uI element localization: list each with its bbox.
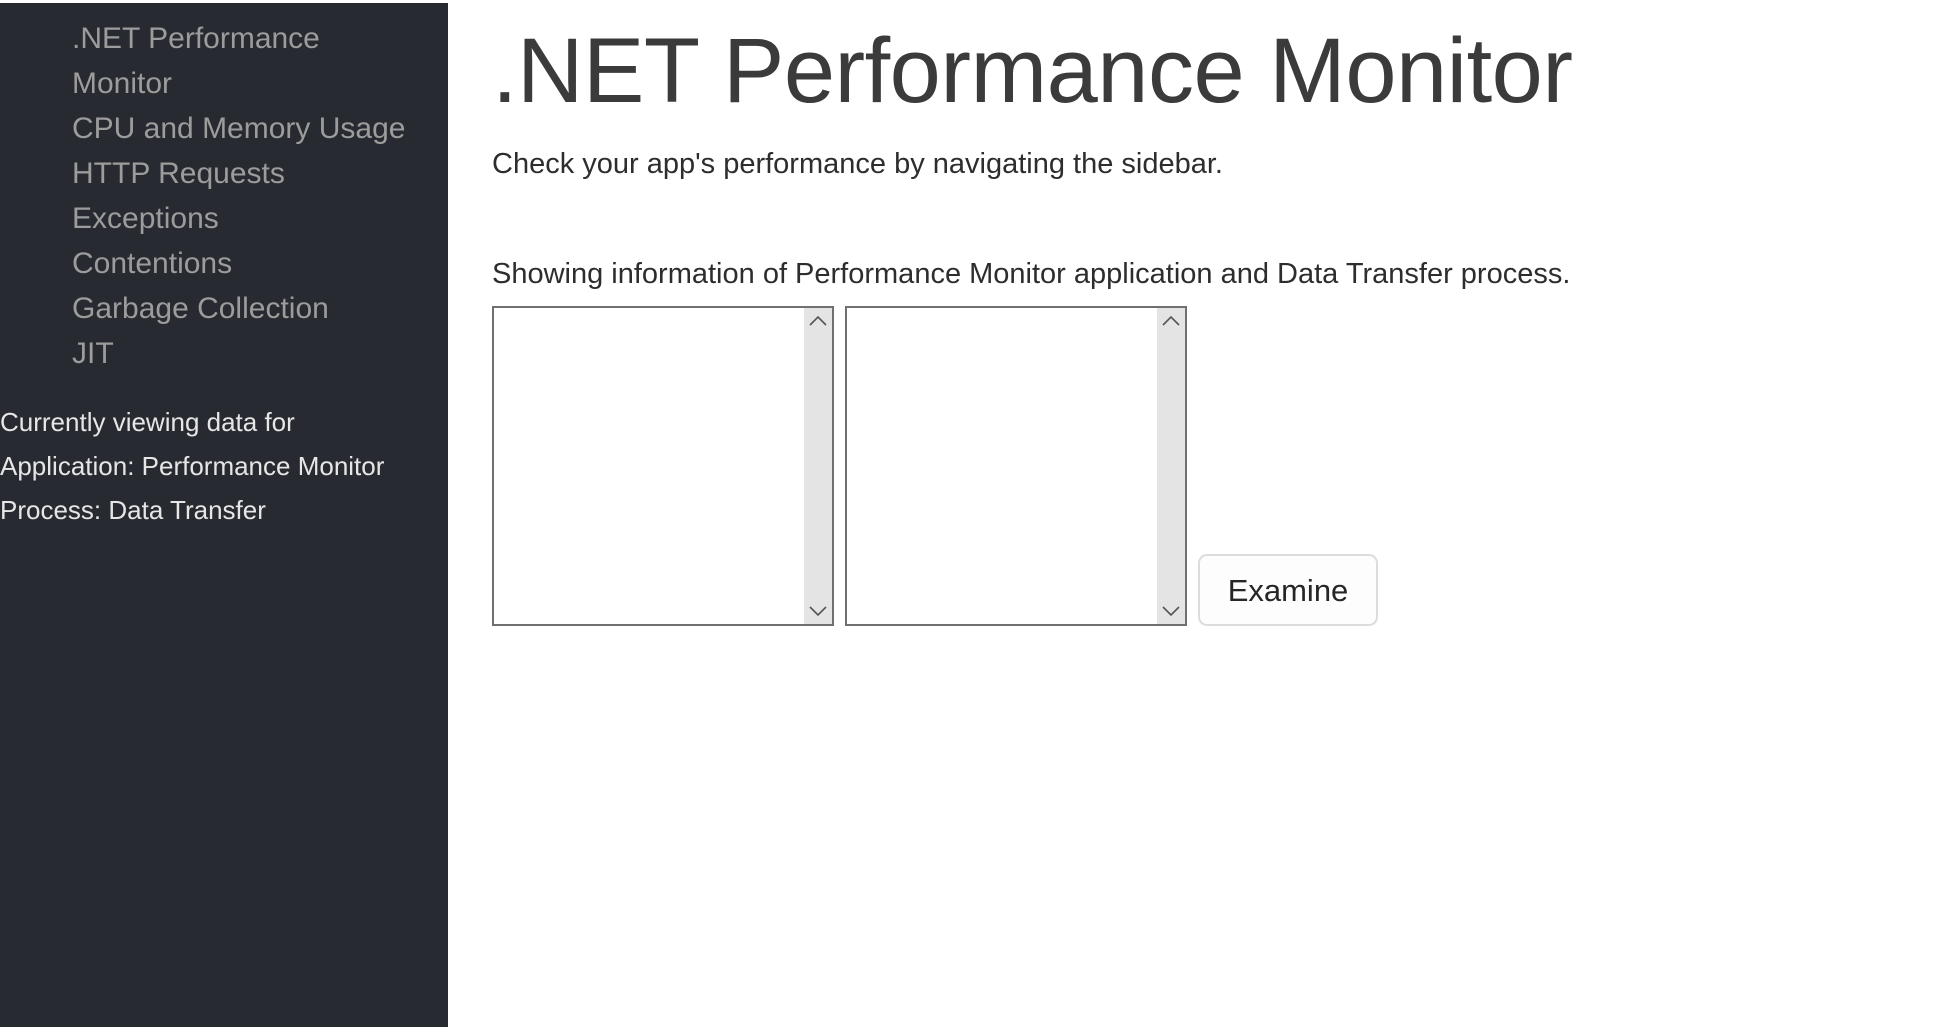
chevron-down-icon[interactable] (808, 605, 828, 617)
sidebar-link-jit[interactable]: JIT (72, 331, 422, 376)
application-listbox[interactable] (492, 306, 834, 626)
process-listbox[interactable] (845, 306, 1187, 626)
process-listbox-scrollbar[interactable] (1157, 308, 1185, 624)
selector-row: Examine (492, 306, 1953, 626)
app-root: .NET Performance Monitor CPU and Memory … (0, 3, 1953, 1027)
sidebar-link-contentions[interactable]: Contentions (72, 241, 422, 286)
chevron-up-icon[interactable] (1161, 315, 1181, 327)
sidebar-nav-list: .NET Performance Monitor CPU and Memory … (0, 16, 448, 376)
status-heading: Currently viewing data for (0, 407, 295, 437)
application-listbox-options[interactable] (494, 308, 804, 624)
sidebar-link-http-requests[interactable]: HTTP Requests (72, 151, 422, 196)
page-subtitle: Check your app's performance by navigati… (492, 148, 1223, 180)
chevron-down-icon[interactable] (1161, 605, 1181, 617)
sidebar-link-cpu-and-memory-usage[interactable]: CPU and Memory Usage (72, 106, 422, 151)
main-content: .NET Performance Monitor Check your app'… (448, 3, 1953, 1027)
sidebar-item-cpu-and-memory-usage[interactable]: CPU and Memory Usage (72, 106, 448, 151)
sidebar: .NET Performance Monitor CPU and Memory … (0, 3, 448, 1027)
current-selection-status: Currently viewing data for Application: … (0, 400, 448, 532)
sidebar-item-net-performance-monitor[interactable]: .NET Performance Monitor (72, 16, 448, 106)
sidebar-link-exceptions[interactable]: Exceptions (72, 196, 422, 241)
application-listbox-scrollbar[interactable] (804, 308, 832, 624)
sidebar-item-jit[interactable]: JIT (72, 331, 448, 376)
sidebar-item-garbage-collection[interactable]: Garbage Collection (72, 286, 448, 331)
examine-button[interactable]: Examine (1198, 554, 1378, 626)
sidebar-link-net-performance-monitor[interactable]: .NET Performance Monitor (72, 16, 422, 106)
process-listbox-options[interactable] (847, 308, 1157, 624)
sidebar-link-garbage-collection[interactable]: Garbage Collection (72, 286, 422, 331)
sidebar-item-http-requests[interactable]: HTTP Requests (72, 151, 448, 196)
page-title: .NET Performance Monitor (492, 20, 1573, 122)
status-application: Application: Performance Monitor (0, 451, 385, 481)
current-context-info: Showing information of Performance Monit… (492, 258, 1571, 290)
sidebar-item-exceptions[interactable]: Exceptions (72, 196, 448, 241)
status-process: Process: Data Transfer (0, 495, 266, 525)
sidebar-item-contentions[interactable]: Contentions (72, 241, 448, 286)
chevron-up-icon[interactable] (808, 315, 828, 327)
